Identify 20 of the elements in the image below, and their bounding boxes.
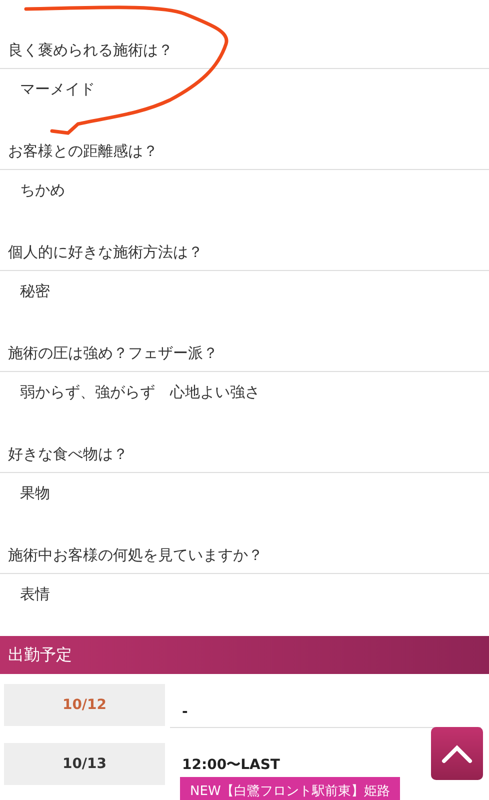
date-cell: 10/12 xyxy=(4,684,165,726)
answer-text: 表情 xyxy=(19,584,51,605)
scroll-top-button[interactable] xyxy=(431,727,483,780)
chevron-up-icon xyxy=(441,744,473,764)
shop-badge: NEW【白鷺フロント駅前東】姫路 xyxy=(180,777,400,800)
question-text: 施術の圧は強め？フェザー派？ xyxy=(0,335,489,372)
shift-time: - xyxy=(182,702,188,722)
answer-text: 秘密 xyxy=(19,281,51,302)
answer-text: マーメイド xyxy=(19,79,96,100)
question-text: 個人的に好きな施術方法は？ xyxy=(0,234,489,271)
answer-text: 果物 xyxy=(19,483,51,504)
question-text: 施術中お客様の何処を見ていますか？ xyxy=(0,537,489,574)
section-header: 出勤予定 xyxy=(0,636,489,674)
date-cell: 10/13 xyxy=(4,743,165,785)
shift-time: 12:00〜LAST xyxy=(182,756,280,775)
question-text: 良く褒められる施術は？ xyxy=(0,32,489,69)
question-text: 好きな食べ物は？ xyxy=(0,436,489,473)
question-text: お客様との距離感は？ xyxy=(0,133,489,170)
answer-text: ちかめ xyxy=(19,180,66,201)
answer-text: 弱からず、強がらず 心地よい強さ xyxy=(19,382,261,403)
